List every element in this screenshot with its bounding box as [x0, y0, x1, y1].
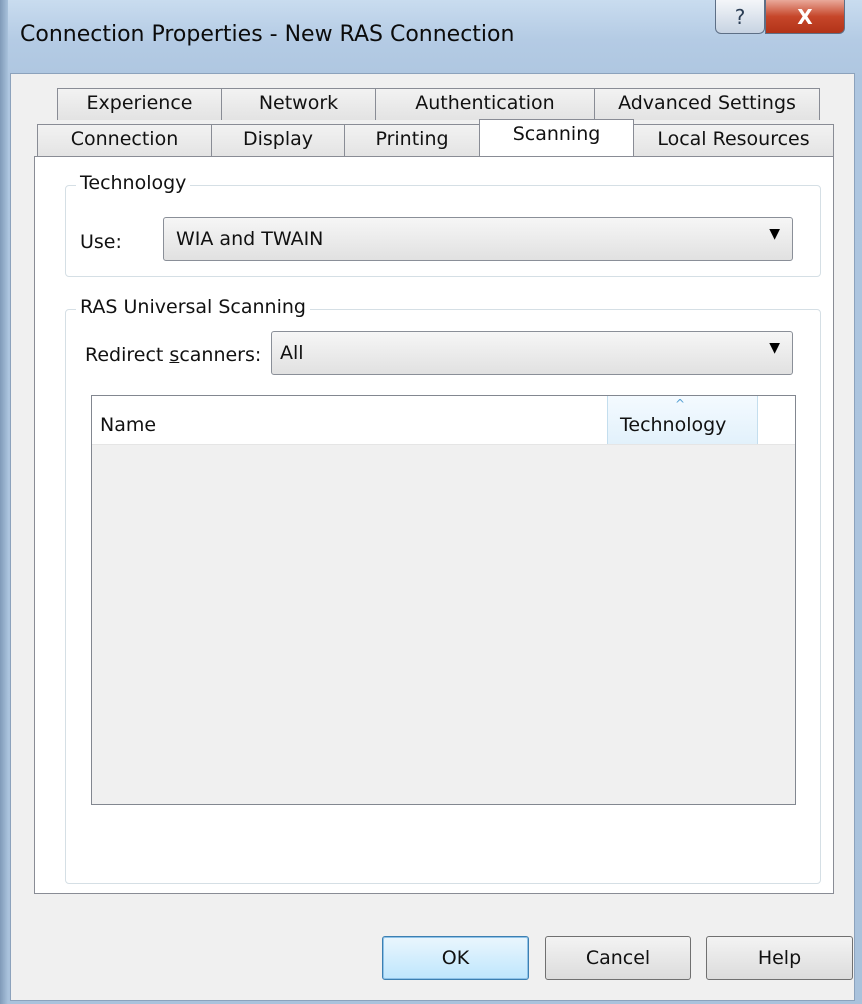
tab-local-resources[interactable]: Local Resources: [633, 124, 834, 157]
scanners-list[interactable]: Name ^ Technology: [91, 395, 796, 805]
redirect-scanners-value: All: [280, 342, 304, 364]
column-header-label: Technology: [620, 414, 727, 436]
tab-label: Local Resources: [657, 128, 810, 150]
redirect-scanners-label: Redirect scanners:: [85, 344, 262, 366]
technology-dropdown-value: WIA and TWAIN: [176, 228, 324, 250]
tab-label: Printing: [375, 128, 449, 150]
tab-authentication[interactable]: Authentication: [375, 88, 595, 120]
close-icon: X: [797, 4, 813, 29]
column-header-technology[interactable]: ^ Technology: [607, 396, 758, 444]
tab-label: Authentication: [415, 92, 555, 114]
tab-connection[interactable]: Connection: [37, 124, 212, 157]
tab-label: Network: [258, 92, 339, 114]
window-frame-edge: [0, 0, 8, 1004]
column-header-label: Name: [100, 414, 157, 436]
chevron-down-icon: ▼: [769, 340, 780, 356]
tab-scanning[interactable]: Scanning: [479, 119, 634, 156]
tab-display[interactable]: Display: [211, 124, 345, 157]
tab-label: Scanning: [512, 123, 601, 145]
dialog-window: Connection Properties - New RAS Connecti…: [0, 0, 862, 1004]
scanning-tab-panel: Technology Use: WIA and TWAIN ▼ RAS Univ…: [34, 156, 834, 894]
help-button[interactable]: Help: [706, 936, 853, 980]
list-header: Name ^ Technology: [92, 396, 795, 445]
cancel-button[interactable]: Cancel: [545, 936, 691, 980]
tab-network[interactable]: Network: [221, 88, 376, 120]
tab-label: Connection: [70, 128, 179, 150]
tab-printing[interactable]: Printing: [344, 124, 480, 157]
ras-universal-scanning-legend: RAS Universal Scanning: [76, 296, 310, 318]
help-caption-button[interactable]: ?: [715, 0, 765, 34]
window-title: Connection Properties - New RAS Connecti…: [20, 22, 515, 47]
technology-dropdown[interactable]: WIA and TWAIN ▼: [163, 217, 793, 261]
tab-label: Advanced Settings: [618, 92, 796, 114]
tab-label: Experience: [86, 92, 193, 114]
tab-advanced-settings[interactable]: Advanced Settings: [594, 88, 820, 120]
tab-experience[interactable]: Experience: [57, 88, 222, 120]
tab-label: Display: [242, 128, 314, 150]
sort-ascending-icon: ^: [675, 397, 686, 411]
technology-group-legend: Technology: [76, 172, 191, 194]
chevron-down-icon: ▼: [769, 226, 780, 242]
ok-button[interactable]: OK: [382, 936, 529, 980]
column-header-name[interactable]: Name: [92, 396, 607, 444]
close-button[interactable]: X: [765, 0, 845, 34]
use-label: Use:: [80, 231, 122, 253]
question-icon: ?: [734, 4, 746, 29]
redirect-scanners-dropdown[interactable]: All ▼: [271, 331, 793, 375]
